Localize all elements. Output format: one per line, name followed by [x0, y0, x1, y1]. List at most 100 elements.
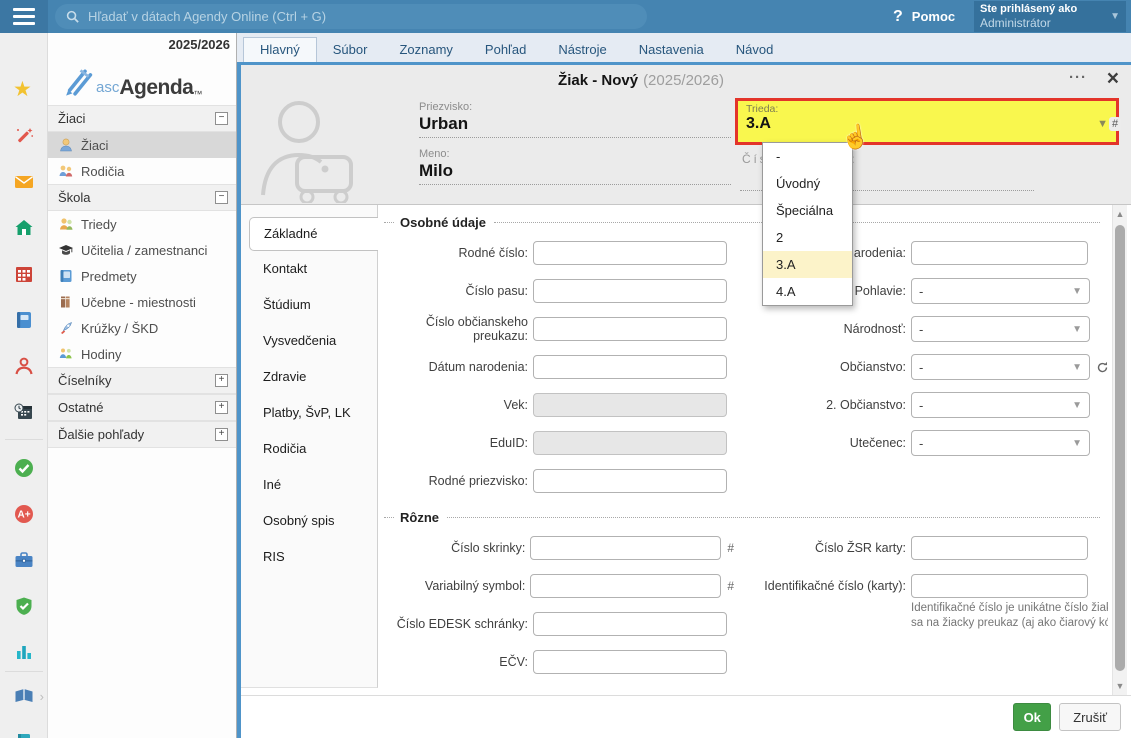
- sidebar-item-predmety[interactable]: Predmety: [48, 263, 236, 289]
- class-select[interactable]: Trieda: 3.A ▼: [735, 98, 1119, 145]
- briefcase-icon[interactable]: [13, 549, 35, 571]
- form-row: Rodné číslo:: [378, 234, 734, 272]
- sidebar-item-ziaci[interactable]: Žiaci: [48, 132, 236, 158]
- grades-a-plus-icon[interactable]: A+: [13, 503, 35, 525]
- collapse-icon[interactable]: −: [215, 191, 228, 204]
- dropdown-option[interactable]: 4.A: [763, 278, 852, 305]
- favorites-star-icon[interactable]: ★: [13, 79, 35, 101]
- expand-icon[interactable]: +: [215, 428, 228, 441]
- cislo-pasu-label: Číslo pasu:: [378, 284, 533, 298]
- sidebar-group-dalsie-pohlady[interactable]: Ďalšie pohľady+: [48, 421, 236, 448]
- collapse-icon[interactable]: −: [215, 112, 228, 125]
- documents-icon[interactable]: ›: [13, 731, 35, 738]
- calendar-clock-icon[interactable]: [13, 401, 35, 423]
- druhe-obcianstvo-select[interactable]: -▼: [911, 392, 1090, 418]
- library-book-icon[interactable]: ›: [13, 685, 35, 707]
- sidebar-item-hodiny[interactable]: Hodiny: [48, 341, 236, 367]
- rodne-priezvisko-input[interactable]: [533, 469, 727, 493]
- attendance-check-icon[interactable]: [13, 457, 35, 479]
- main-frame: Žiak - Nový (2025/2026) ··· ×: [237, 62, 1131, 738]
- classbook-icon[interactable]: [13, 309, 35, 331]
- pohlavie-select[interactable]: -▼: [911, 278, 1090, 304]
- person-icon[interactable]: [13, 355, 35, 377]
- dialog-tab-zdravie[interactable]: Zdravie: [241, 359, 377, 395]
- ok-button[interactable]: Ok: [1013, 703, 1051, 731]
- menu-tab-hlavny[interactable]: Hlavný: [243, 37, 317, 62]
- sidebar-group-ciselniky[interactable]: Číselníky+: [48, 367, 236, 394]
- vertical-scrollbar[interactable]: ▲ ▼: [1112, 205, 1127, 695]
- dropdown-option[interactable]: Špeciálna: [763, 197, 852, 224]
- close-icon[interactable]: ×: [1107, 67, 1119, 91]
- miesto-narodenia-input[interactable]: [911, 241, 1088, 265]
- refresh-icon[interactable]: [1096, 361, 1108, 374]
- dialog-tab-vysvedcenia[interactable]: Vysvedčenia: [241, 323, 377, 359]
- expand-icon[interactable]: +: [215, 401, 228, 414]
- dialog-tab-rodicia[interactable]: Rodičia: [241, 431, 377, 467]
- dialog-tab-osobny-spis[interactable]: Osobný spis: [241, 503, 377, 539]
- security-shield-icon[interactable]: [13, 595, 35, 617]
- identifikacne-cislo-karty-input[interactable]: [911, 574, 1088, 598]
- menu-tab-navod[interactable]: Návod: [720, 37, 790, 62]
- firstname-field[interactable]: Meno: Milo: [419, 148, 731, 185]
- hamburger-menu-icon[interactable]: [0, 0, 48, 33]
- dropdown-option[interactable]: 3.A: [763, 251, 852, 278]
- sidebar-item-triedy[interactable]: Triedy: [48, 211, 236, 237]
- variabilny-symbol-input[interactable]: [530, 574, 721, 598]
- ecv-input[interactable]: [533, 650, 727, 674]
- obcianstvo-label: Občianstvo:: [756, 360, 911, 374]
- surname-field[interactable]: Priezvisko: Urban: [419, 101, 731, 138]
- more-options-button[interactable]: ···: [1069, 69, 1087, 86]
- dialog-body: ZákladnéKontaktŠtúdiumVysvedčeniaZdravie…: [241, 205, 1131, 695]
- dialog-tab-kontakt[interactable]: Kontakt: [241, 251, 377, 287]
- dropdown-option[interactable]: -: [763, 143, 852, 170]
- menu-tab-subor[interactable]: Súbor: [317, 37, 384, 62]
- sidebar-group-ostatne[interactable]: Ostatné+: [48, 394, 236, 421]
- sidebar-group-skola[interactable]: Škola−: [48, 184, 236, 211]
- school-home-icon[interactable]: [13, 217, 35, 239]
- rodne-cislo-label: Rodné číslo:: [378, 246, 533, 260]
- cislo-edesk-schranky-input[interactable]: [533, 612, 727, 636]
- dialog-tab-zakladne[interactable]: Základné: [249, 217, 378, 251]
- sidebar-item-ucitelia-zamestnanci[interactable]: Učitelia / zamestnanci: [48, 237, 236, 263]
- narodnost-select[interactable]: -▼: [911, 316, 1090, 342]
- cislo-skrinky-input[interactable]: [530, 536, 721, 560]
- scroll-down-arrow[interactable]: ▼: [1113, 681, 1127, 691]
- dropdown-option[interactable]: Úvodný: [763, 170, 852, 197]
- scrollbar-thumb[interactable]: [1115, 225, 1125, 671]
- dialog-tab-studium[interactable]: Štúdium: [241, 287, 377, 323]
- user-menu[interactable]: Ste prihlásený ako Administrátor ▼: [974, 1, 1126, 32]
- search-input[interactable]: Hľadať v dátach Agendy Online (Ctrl + G): [55, 4, 647, 29]
- dialog-tab-ine[interactable]: Iné: [241, 467, 377, 503]
- help-button[interactable]: ? Pomoc: [893, 0, 955, 33]
- menu-tab-zoznamy[interactable]: Zoznamy: [383, 37, 468, 62]
- utecenec-select[interactable]: -▼: [911, 430, 1090, 456]
- cislo-zsr-karty-input[interactable]: [911, 536, 1088, 560]
- dialog-header: Priezvisko: Urban Meno: Milo Číslo v tri…: [241, 95, 1131, 205]
- dialog-tab-platby-svp-lk[interactable]: Platby, ŠvP, LK: [241, 395, 377, 431]
- divider: [5, 671, 43, 672]
- datum-narodenia-input[interactable]: [533, 355, 727, 379]
- rooms-books-icon: [58, 294, 74, 310]
- form-row: Variabilný symbol:#: [378, 567, 734, 605]
- cislo-pasu-input[interactable]: [533, 279, 727, 303]
- obcianstvo-select[interactable]: -▼: [911, 354, 1090, 380]
- search-placeholder: Hľadať v dátach Agendy Online (Ctrl + G): [88, 9, 326, 24]
- sidebar-item-ucebne-miestnosti[interactable]: Učebne - miestnosti: [48, 289, 236, 315]
- cancel-button[interactable]: Zrušiť: [1059, 703, 1121, 731]
- rodne-cislo-input[interactable]: [533, 241, 727, 265]
- sidebar-group-ziaci[interactable]: Žiaci−: [48, 105, 236, 132]
- cislo-obcianskeho-preukazu-input[interactable]: [533, 317, 727, 341]
- menu-tab-nastavenia[interactable]: Nastavenia: [623, 37, 720, 62]
- scroll-up-arrow[interactable]: ▲: [1113, 209, 1127, 219]
- sidebar-item-kruzky-skd[interactable]: Krúžky / ŠKD: [48, 315, 236, 341]
- menu-tab-pohlad[interactable]: Pohľad: [469, 37, 542, 62]
- statistics-chart-icon[interactable]: [13, 641, 35, 663]
- dropdown-option[interactable]: 2: [763, 224, 852, 251]
- sidebar-item-rodicia[interactable]: Rodičia: [48, 158, 236, 184]
- envelope-icon[interactable]: [13, 171, 35, 193]
- expand-icon[interactable]: +: [215, 374, 228, 387]
- dialog-tab-ris[interactable]: RIS: [241, 539, 377, 575]
- menu-tab-nastroje[interactable]: Nástroje: [542, 37, 622, 62]
- timetable-grid-icon[interactable]: [13, 263, 35, 285]
- magic-wand-icon[interactable]: [13, 125, 35, 147]
